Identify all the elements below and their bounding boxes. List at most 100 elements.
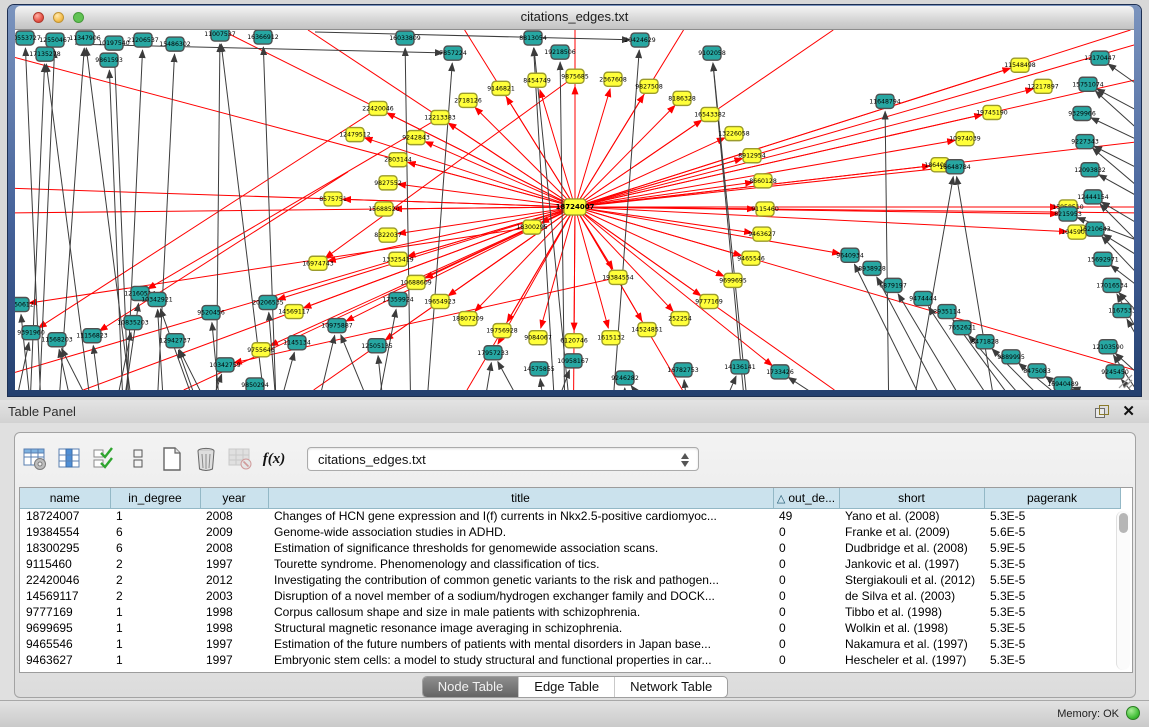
table-cell: 18300295 bbox=[20, 540, 110, 556]
table-row[interactable]: 1456911722003Disruption of a novel membe… bbox=[20, 588, 1120, 604]
table-cell: 0 bbox=[773, 604, 839, 620]
node-label: 9827552 bbox=[374, 180, 402, 187]
table-cell: 1998 bbox=[200, 620, 268, 636]
node-label: 13226058 bbox=[718, 131, 750, 138]
column-header-title[interactable]: title bbox=[268, 488, 773, 508]
table-cell: Embryonic stem cells: a model to study s… bbox=[268, 652, 773, 668]
tab-network-table[interactable]: Network Table bbox=[615, 677, 727, 697]
table-cell: 1 bbox=[110, 620, 200, 636]
node-label: 16940489 bbox=[1047, 381, 1079, 388]
float-panel-icon[interactable] bbox=[1095, 405, 1109, 418]
column-header-out-de-[interactable]: △out_de... bbox=[773, 488, 839, 508]
dropdown-stepper-icon bbox=[681, 452, 690, 468]
node-label: 10197540 bbox=[98, 40, 130, 47]
scrollbar-thumb[interactable] bbox=[1119, 513, 1128, 533]
node-label: 9115460 bbox=[751, 206, 779, 213]
tab-edge-table[interactable]: Edge Table bbox=[519, 677, 615, 697]
node-label: 8575751 bbox=[319, 196, 347, 203]
table-cell: Estimation of the future numbers of pati… bbox=[268, 636, 773, 652]
node-table-header: namein_degreeyeartitle△out_de...shortpag… bbox=[20, 488, 1120, 508]
node-label: 8475083 bbox=[1023, 368, 1051, 375]
node-table[interactable]: namein_degreeyeartitle△out_de...shortpag… bbox=[19, 487, 1133, 673]
node-label: 1167533 bbox=[1108, 308, 1134, 315]
table-cell: Genome-wide association studies in ADHD. bbox=[268, 524, 773, 540]
table-row[interactable]: 1830029562008Estimation of significance … bbox=[20, 540, 1120, 556]
close-panel-icon[interactable]: ✕ bbox=[1122, 402, 1135, 420]
new-table-icon[interactable] bbox=[157, 444, 187, 474]
node-label: 15692971 bbox=[1087, 256, 1119, 263]
node-label: 7652621 bbox=[948, 325, 976, 332]
node-label: 9640934 bbox=[836, 252, 864, 259]
table-vertical-scrollbar[interactable] bbox=[1116, 511, 1130, 670]
table-selector[interactable]: citations_edges.txt bbox=[307, 447, 699, 471]
table-panel-container: f(x) citations_edges.txt namein_degreeye… bbox=[14, 432, 1136, 698]
memory-status-icon[interactable] bbox=[1126, 706, 1140, 720]
table-cell: Yano et al. (2008) bbox=[839, 508, 984, 524]
table-row[interactable]: 2242004622012Investigating the contribut… bbox=[20, 572, 1120, 588]
column-header-pagerank[interactable]: pagerank bbox=[984, 488, 1120, 508]
row-options-icon[interactable] bbox=[123, 444, 153, 474]
column-header-name[interactable]: name bbox=[20, 488, 110, 508]
node-label: 17016534 bbox=[1096, 282, 1128, 289]
network-window-titlebar[interactable]: citations_edges.txt bbox=[15, 6, 1134, 30]
node-label: 12550467 bbox=[39, 37, 71, 44]
node-label: 12103590 bbox=[1092, 344, 1124, 351]
column-header-in-degree[interactable]: in_degree bbox=[110, 488, 200, 508]
table-row[interactable]: 969969511998Structural magnetic resonanc… bbox=[20, 620, 1120, 636]
table-mode-icon[interactable] bbox=[21, 444, 51, 474]
node-label: 9520456 bbox=[197, 310, 225, 317]
column-visibility-icon[interactable] bbox=[55, 444, 85, 474]
network-window[interactable]: citations_edges.txt 91154608660128891295… bbox=[8, 5, 1141, 396]
node-label: 12444154 bbox=[1077, 194, 1109, 201]
node-label: 8950612 bbox=[15, 302, 34, 309]
node-label: 10342759 bbox=[209, 362, 241, 369]
table-cell: 5.5E-5 bbox=[984, 572, 1120, 588]
node-label: 252254 bbox=[668, 316, 692, 323]
table-cell: 19384554 bbox=[20, 524, 110, 540]
sort-ascending-icon: △ bbox=[777, 493, 785, 505]
node-label: 11007537 bbox=[204, 31, 236, 38]
node-label: 11648794 bbox=[869, 98, 901, 105]
table-cell: 0 bbox=[773, 572, 839, 588]
node-label: 20553727 bbox=[15, 35, 41, 42]
table-cell: 5.3E-5 bbox=[984, 508, 1120, 524]
table-row[interactable]: 911546021997Tourette syndrome. Phenomeno… bbox=[20, 556, 1120, 572]
function-builder-icon[interactable]: f(x) bbox=[259, 444, 289, 474]
table-cell: 22420046 bbox=[20, 572, 110, 588]
column-header-short[interactable]: short bbox=[839, 488, 984, 508]
table-cell: 9115460 bbox=[20, 556, 110, 572]
node-label: 9755646 bbox=[247, 347, 275, 354]
node-label: 9242843 bbox=[402, 135, 430, 142]
node-label: 10975887 bbox=[321, 323, 353, 330]
network-canvas[interactable]: 9115460866012889129541322605816543382818… bbox=[15, 30, 1134, 390]
node-label: 9084067 bbox=[524, 335, 552, 342]
table-row[interactable]: 977716911998Corpus callosum shape and si… bbox=[20, 604, 1120, 620]
table-row[interactable]: 1872400712008Changes of HCN gene express… bbox=[20, 508, 1120, 524]
edit-columns-icon[interactable] bbox=[89, 444, 119, 474]
table-cell: 6 bbox=[110, 524, 200, 540]
table-tabs: Node TableEdge TableNetwork Table bbox=[422, 676, 729, 698]
cytoscape-app: citations_edges.txt 91154608660128891295… bbox=[0, 0, 1149, 727]
table-row[interactable]: 1938455462009Genome-wide association stu… bbox=[20, 524, 1120, 540]
column-header-year[interactable]: year bbox=[200, 488, 268, 508]
table-cell: 0 bbox=[773, 524, 839, 540]
table-row[interactable]: 946362711997Embryonic stem cells: a mode… bbox=[20, 652, 1120, 668]
node-label: 16033809 bbox=[389, 35, 421, 42]
delete-columns-icon[interactable] bbox=[191, 444, 221, 474]
table-cell: 5.9E-5 bbox=[984, 540, 1120, 556]
node-label: 11548498 bbox=[1004, 62, 1036, 69]
node-label: 9827508 bbox=[635, 83, 663, 90]
table-cell: 0 bbox=[773, 556, 839, 572]
table-cell: 5.3E-5 bbox=[984, 604, 1120, 620]
table-cell: 2 bbox=[110, 556, 200, 572]
tab-node-table[interactable]: Node Table bbox=[423, 677, 520, 697]
table-cell: 2009 bbox=[200, 524, 268, 540]
node-label: 17359924 bbox=[382, 296, 414, 303]
delete-table-icon bbox=[225, 444, 255, 474]
node-label: 10688609 bbox=[400, 279, 432, 286]
node-label: 9474444 bbox=[909, 295, 937, 302]
table-row[interactable]: 946554611997Estimation of the future num… bbox=[20, 636, 1120, 652]
table-cell: 1998 bbox=[200, 604, 268, 620]
node-label: 11156823 bbox=[76, 333, 108, 340]
table-cell: 2012 bbox=[200, 572, 268, 588]
